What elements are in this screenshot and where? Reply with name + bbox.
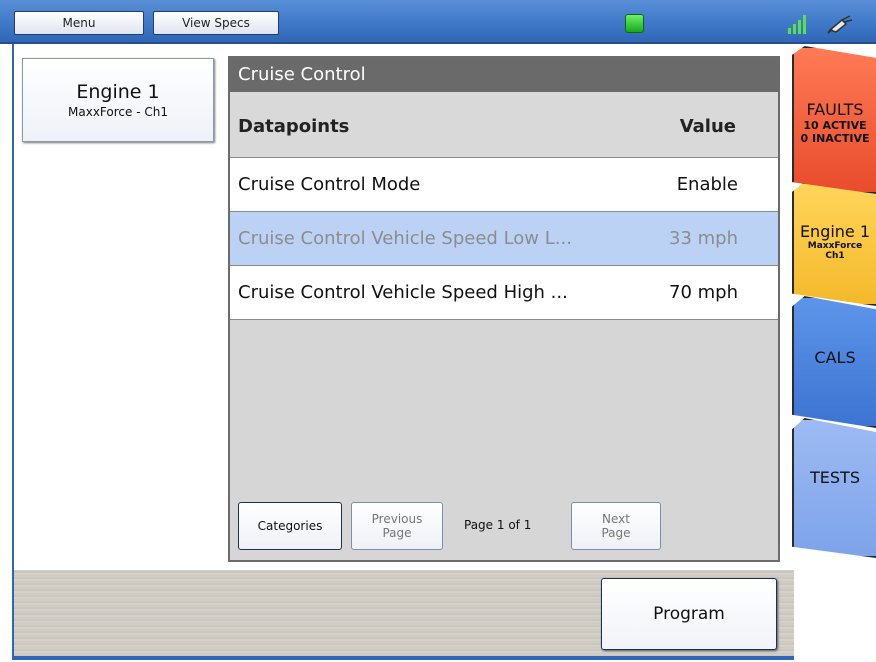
- table-header: Datapoints Value: [230, 92, 778, 158]
- cals-tab-label: CALS: [814, 348, 856, 367]
- row-value: 70 mph: [669, 282, 738, 303]
- menu-button[interactable]: Menu: [14, 11, 144, 35]
- row-datapoint: Cruise Control Mode: [238, 174, 421, 195]
- engine-tab-sub2: Ch1: [825, 251, 845, 261]
- previous-page-button[interactable]: Previous Page: [351, 502, 443, 550]
- faults-active-count: 10 ACTIVE: [803, 119, 867, 132]
- next-page-button[interactable]: Next Page: [571, 502, 661, 550]
- signal-strength-icon: [788, 14, 810, 34]
- top-bar: Menu View Specs: [0, 0, 876, 44]
- page-indicator: Page 1 of 1: [464, 518, 532, 532]
- engine-subtitle: MaxxForce - Ch1: [68, 105, 168, 119]
- right-tabs: TESTS CALS Engine 1 MaxxForce Ch1 FAULTS…: [790, 46, 876, 558]
- plug-icon: [827, 15, 853, 34]
- engine-selector-card[interactable]: Engine 1 MaxxForce - Ch1: [22, 58, 214, 142]
- pagination-bar: Categories Previous Page Page 1 of 1 Nex…: [238, 502, 768, 552]
- tab-faults[interactable]: FAULTS 10 ACTIVE 0 INACTIVE: [792, 46, 876, 194]
- connection-status-indicator: [625, 14, 644, 33]
- faults-inactive-count: 0 INACTIVE: [800, 132, 870, 145]
- engine-tab-sub1: MaxxForce: [807, 241, 863, 251]
- engine-tab-title: Engine 1: [799, 222, 871, 241]
- row-value: 33 mph: [669, 228, 738, 249]
- program-button[interactable]: Program: [601, 578, 777, 650]
- previous-label-line1: Previous: [371, 512, 423, 526]
- faults-tab-title: FAULTS: [806, 100, 864, 119]
- next-label-line1: Next: [602, 512, 630, 526]
- next-label-line2: Page: [601, 526, 631, 540]
- previous-label-line2: Page: [382, 526, 412, 540]
- tab-engine[interactable]: Engine 1 MaxxForce Ch1: [792, 182, 876, 306]
- tests-tab-label: TESTS: [810, 468, 860, 487]
- row-datapoint: Cruise Control Vehicle Speed High ...: [238, 282, 568, 303]
- table-row[interactable]: Cruise Control Mode Enable: [230, 158, 778, 212]
- table-row-selected[interactable]: Cruise Control Vehicle Speed Low L... 33…: [230, 212, 778, 266]
- engine-title: Engine 1: [76, 81, 160, 103]
- frame-bottom-border: [12, 656, 794, 660]
- datapoints-header: Datapoints: [238, 116, 350, 137]
- value-header: Value: [679, 116, 736, 137]
- panel-title: Cruise Control: [230, 58, 778, 92]
- tab-tests[interactable]: TESTS: [792, 418, 876, 558]
- table-row[interactable]: Cruise Control Vehicle Speed High ... 70…: [230, 266, 778, 320]
- row-datapoint: Cruise Control Vehicle Speed Low L...: [238, 228, 572, 249]
- cruise-control-panel: Cruise Control Datapoints Value Cruise C…: [228, 56, 780, 562]
- left-panel: Engine 1 MaxxForce - Ch1: [14, 44, 224, 570]
- tab-cals[interactable]: CALS: [792, 296, 876, 428]
- view-specs-button[interactable]: View Specs: [153, 11, 279, 35]
- row-value: Enable: [676, 174, 738, 195]
- categories-button[interactable]: Categories: [238, 502, 342, 550]
